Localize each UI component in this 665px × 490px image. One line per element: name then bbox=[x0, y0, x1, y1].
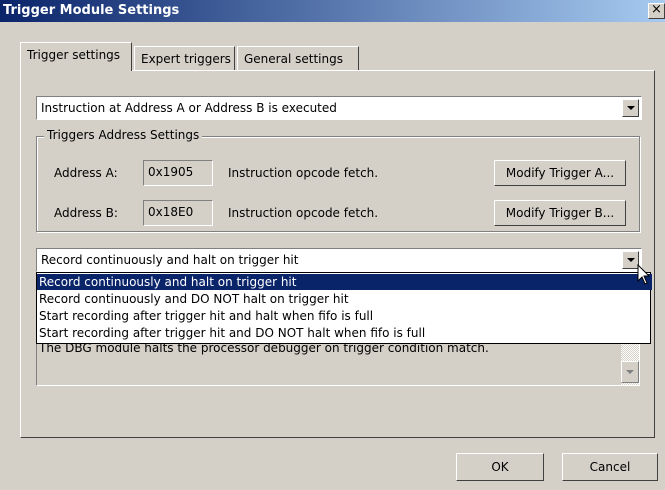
address-a-field: 0x1905 bbox=[143, 160, 213, 186]
dropdown-option[interactable]: Start recording after trigger hit and ha… bbox=[37, 308, 652, 324]
button-label: Modify Trigger B... bbox=[505, 206, 615, 220]
dropdown-option[interactable]: Record continuously and DO NOT halt on t… bbox=[37, 291, 652, 307]
group-title: Triggers Address Settings bbox=[44, 128, 203, 142]
trigger-condition-value: Instruction at Address A or Address B is… bbox=[41, 101, 337, 115]
button-label: Cancel bbox=[589, 460, 631, 474]
dropdown-option[interactable]: Start recording after trigger hit and DO… bbox=[37, 325, 652, 341]
address-a-label: Address A: bbox=[54, 166, 118, 180]
address-a-value: 0x1905 bbox=[148, 165, 194, 179]
mouse-cursor-icon bbox=[637, 264, 651, 285]
address-a-description: Instruction opcode fetch. bbox=[228, 166, 379, 180]
close-icon: × bbox=[651, 2, 662, 17]
record-mode-select[interactable]: Record continuously and halt on trigger … bbox=[36, 248, 642, 272]
tab-general-settings[interactable]: General settings bbox=[237, 46, 359, 70]
trigger-condition-select[interactable]: Instruction at Address A or Address B is… bbox=[36, 96, 642, 120]
tab-label: Expert triggers bbox=[141, 52, 231, 66]
address-b-field: 0x18E0 bbox=[143, 200, 213, 226]
chevron-down-icon bbox=[627, 258, 635, 262]
modify-trigger-b-button[interactable]: Modify Trigger B... bbox=[494, 200, 626, 226]
close-button[interactable]: × bbox=[648, 3, 665, 19]
ok-button[interactable]: OK bbox=[456, 453, 544, 481]
chevron-down-icon bbox=[627, 106, 635, 110]
button-label: Modify Trigger A... bbox=[505, 166, 615, 180]
dropdown-arrow-button[interactable] bbox=[622, 99, 639, 117]
modify-trigger-a-button[interactable]: Modify Trigger A... bbox=[494, 160, 626, 186]
tab-trigger-settings[interactable]: Trigger settings bbox=[20, 42, 132, 71]
description-scrollbar[interactable] bbox=[621, 341, 639, 385]
button-label: OK bbox=[491, 460, 509, 474]
record-mode-value: Record continuously and halt on trigger … bbox=[41, 253, 299, 267]
address-b-label: Address B: bbox=[54, 206, 118, 220]
chevron-down-icon bbox=[626, 370, 634, 374]
scroll-down-button[interactable] bbox=[621, 361, 639, 383]
address-b-description: Instruction opcode fetch. bbox=[228, 206, 379, 220]
description-area: The DBG module halts the processor debug… bbox=[36, 340, 640, 386]
cancel-button[interactable]: Cancel bbox=[562, 453, 658, 481]
window-title: Trigger Module Settings bbox=[3, 3, 180, 18]
tab-label: Trigger settings bbox=[27, 48, 121, 62]
record-mode-dropdown-list[interactable]: Record continuously and halt on trigger … bbox=[36, 272, 652, 344]
tab-expert-triggers[interactable]: Expert triggers bbox=[134, 46, 235, 70]
address-b-value: 0x18E0 bbox=[148, 205, 194, 219]
dropdown-option[interactable]: Record continuously and halt on trigger … bbox=[37, 274, 652, 290]
tab-label: General settings bbox=[244, 52, 343, 66]
